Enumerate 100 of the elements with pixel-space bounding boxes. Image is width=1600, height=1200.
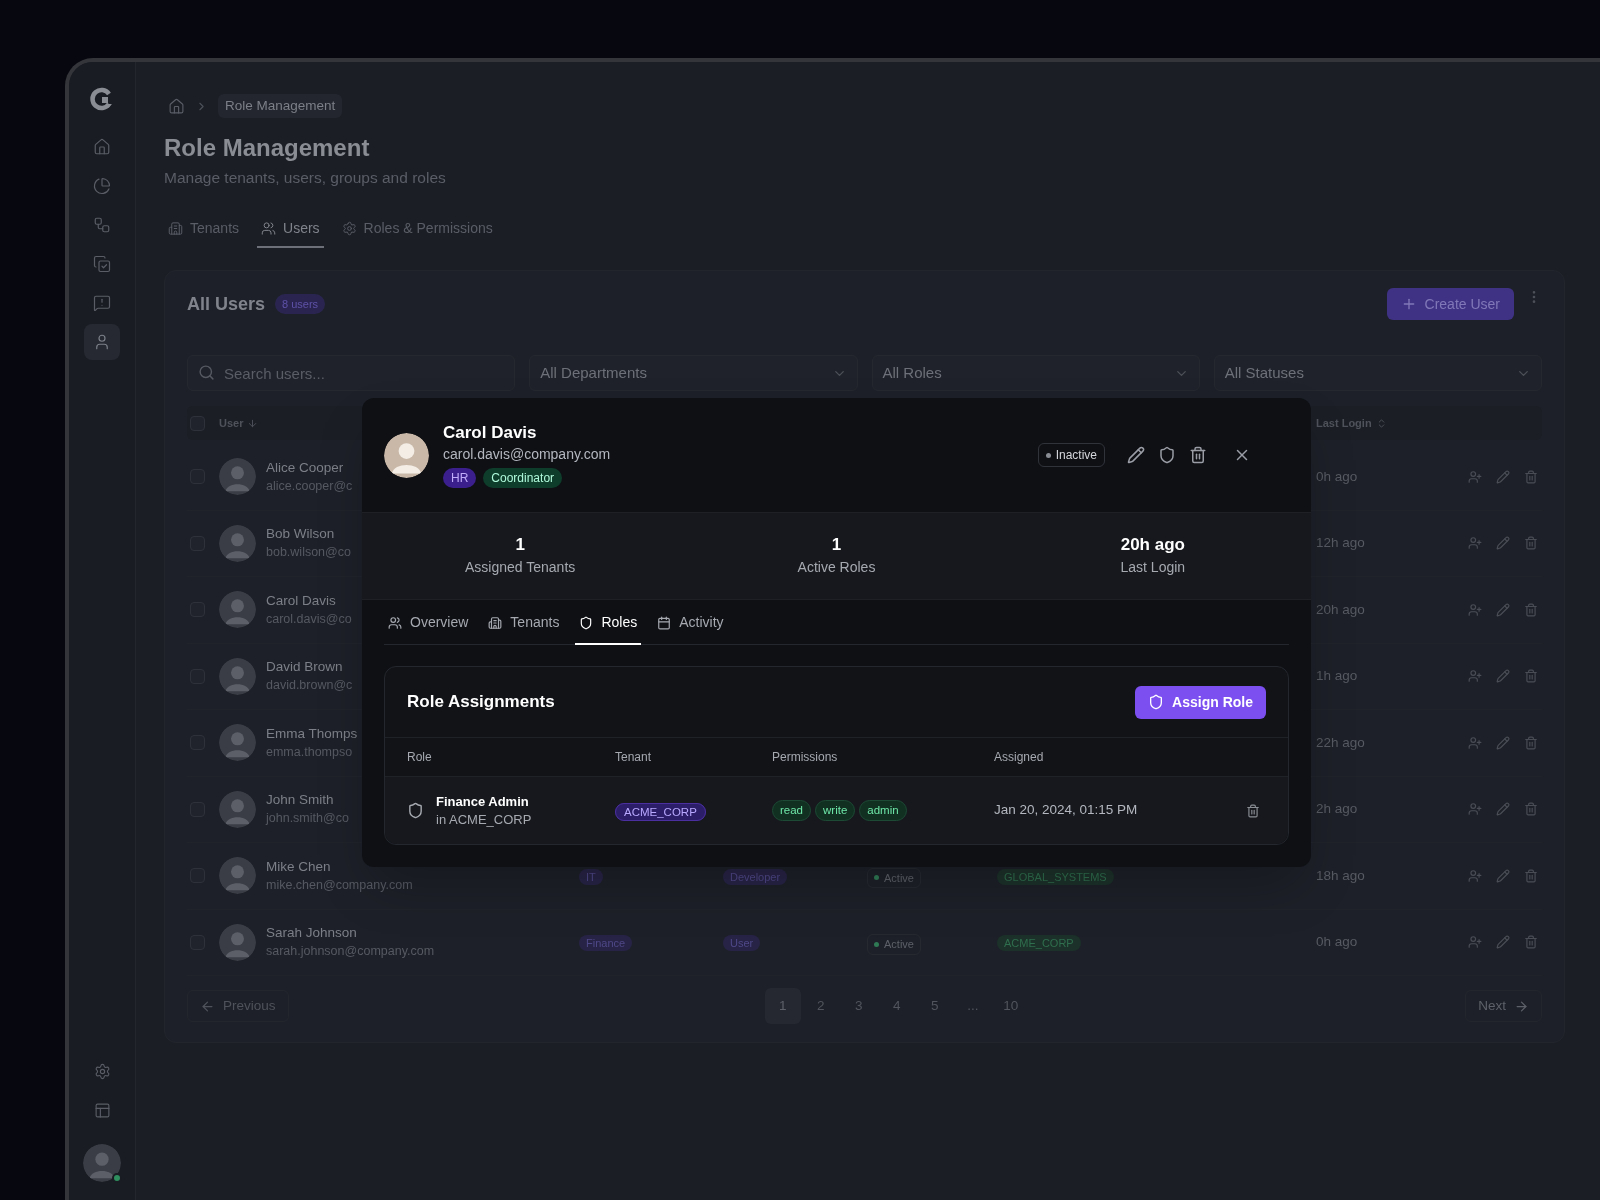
assign-role-button[interactable]: Assign Role: [1135, 685, 1266, 719]
column-header: Tenant: [615, 749, 653, 766]
stat-label: Assigned Tenants: [465, 558, 576, 577]
settings-icon: [93, 1062, 111, 1080]
page-title: Role Management: [164, 133, 371, 163]
stat-value: 1: [831, 534, 842, 556]
sort-down-icon: [247, 417, 259, 429]
stat-value: 1: [515, 534, 525, 556]
dialog-tab[interactable]: Roles: [575, 602, 642, 645]
tenant-tag: ACME_CORP: [997, 935, 1081, 952]
trash-icon[interactable]: [1189, 446, 1207, 464]
column-header: Permissions: [772, 749, 839, 766]
add-user-icon[interactable]: [1468, 735, 1482, 750]
logo[interactable]: [90, 87, 114, 111]
user-name: Emma Thomps: [266, 724, 358, 743]
user-name: John Smith: [266, 791, 335, 810]
avatar: [219, 790, 256, 828]
users-icon: [261, 220, 277, 236]
calendar-icon: [657, 615, 672, 630]
page-tab[interactable]: Users: [257, 210, 324, 248]
section-title: Role Assignments: [407, 691, 556, 714]
user-name: Mike Chen: [266, 857, 332, 876]
role-name: Finance Admin: [436, 792, 530, 811]
edit-icon[interactable]: [1127, 446, 1145, 464]
pie-chart-icon: [93, 177, 111, 195]
gear-icon: [341, 220, 357, 236]
last-login-text: 0h ago: [1316, 933, 1359, 952]
user-name: Sarah Johnson: [266, 924, 358, 943]
page-button[interactable]: ...: [954, 988, 991, 1024]
page-subtitle: Manage tenants, users, groups and roles: [164, 168, 447, 188]
status-badge: Inactive: [1037, 443, 1105, 467]
add-user-icon[interactable]: [1468, 802, 1482, 817]
shield-icon: [407, 802, 424, 819]
stat-label: Last Login: [1120, 558, 1186, 577]
dialog-tab[interactable]: Tenants: [484, 602, 564, 645]
last-login-text: 2h ago: [1316, 800, 1359, 819]
user-email: carol.davis@company.com: [443, 445, 611, 464]
page-tab[interactable]: Tenants: [164, 210, 244, 248]
next-button[interactable]: Next: [1465, 990, 1542, 1022]
users-icon: [388, 615, 402, 630]
filter-dropdown[interactable]: All Roles: [871, 355, 1200, 391]
permission-tag: write: [815, 799, 856, 822]
sidebar-item[interactable]: [84, 324, 120, 360]
role-tag: Developer: [723, 868, 788, 885]
user-email: alice.cooper@c: [266, 477, 353, 495]
tenant-tag: ACME_CORP: [615, 802, 706, 821]
add-user-icon[interactable]: [1468, 868, 1482, 883]
user-count-badge: 8 users: [275, 293, 326, 315]
user-icon: [93, 333, 111, 351]
user-email: david.brown@c: [266, 677, 353, 695]
add-user-icon[interactable]: [1468, 602, 1482, 617]
avatar: [219, 657, 256, 695]
layout-icon: [93, 1101, 111, 1119]
workflow-icon: [93, 216, 111, 234]
user-tag: HR: [443, 468, 477, 488]
last-login-text: 12h ago: [1316, 534, 1366, 553]
breadcrumb-item[interactable]: Role Management: [218, 93, 343, 119]
home-icon[interactable]: [168, 97, 185, 115]
home-icon: [93, 138, 111, 156]
department-tag: IT: [579, 868, 603, 885]
avatar: [219, 524, 256, 562]
department-tag: Finance: [579, 935, 633, 952]
avatar: [384, 432, 429, 478]
building-icon: [168, 220, 183, 236]
user-email: bob.wilson@co: [266, 544, 351, 562]
dialog-tab[interactable]: Activity: [653, 602, 728, 645]
card-title: All Users: [187, 292, 266, 316]
column-header: Role: [407, 749, 433, 766]
user-name: Bob Wilson: [266, 525, 336, 544]
trash-icon[interactable]: [1246, 803, 1260, 818]
status-badge: Active: [867, 934, 921, 955]
last-login-text: 22h ago: [1316, 733, 1366, 752]
message-alert-icon: [93, 294, 111, 312]
search-icon: [198, 364, 215, 381]
filter-dropdown[interactable]: All Departments: [529, 355, 858, 391]
user-avatar: [83, 1144, 121, 1182]
role-scope: in ACME_CORP: [436, 810, 532, 829]
add-user-icon[interactable]: [1468, 536, 1482, 551]
arrow-right-icon: [1514, 998, 1529, 1014]
create-user-button[interactable]: Create User: [1386, 288, 1514, 320]
assigned-date: Jan 20, 2024, 01:15 PM: [994, 801, 1139, 820]
last-login-text: 0h ago: [1316, 467, 1359, 486]
add-user-icon[interactable]: [1468, 669, 1482, 684]
avatar: [219, 591, 256, 629]
shield-icon[interactable]: [1158, 446, 1176, 464]
page-tab[interactable]: Roles & Permissions: [337, 210, 497, 248]
add-user-icon[interactable]: [1468, 935, 1482, 950]
user-name: David Brown: [266, 658, 344, 677]
search-field[interactable]: Search users...: [187, 355, 516, 391]
last-login-text: 1h ago: [1316, 667, 1359, 686]
dialog-tab[interactable]: Overview: [384, 602, 473, 645]
user-email: carol.davis@co: [266, 610, 352, 628]
avatar: [219, 923, 256, 961]
add-user-icon[interactable]: [1468, 469, 1482, 484]
column-header: Assigned: [994, 749, 1045, 766]
permission-tag: read: [772, 799, 812, 822]
user-email: emma.thompso: [266, 743, 354, 761]
filter-dropdown[interactable]: All Statuses: [1213, 355, 1542, 391]
page-button[interactable]: 1: [764, 988, 801, 1024]
user-tag: Coordinator: [483, 468, 563, 488]
